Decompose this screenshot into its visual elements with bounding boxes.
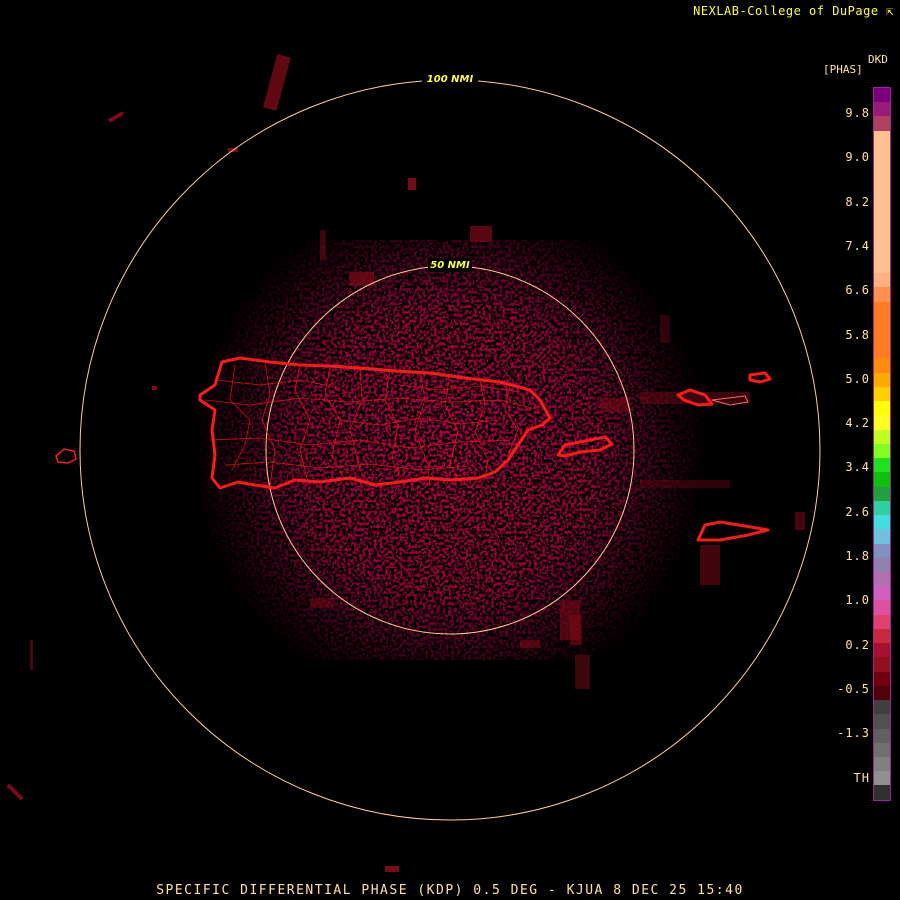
color-scale-segment: [874, 529, 890, 544]
color-scale-tick-label: -0.5: [837, 681, 870, 696]
color-scale-segment: [874, 88, 890, 103]
legend-unit: [PHAS]: [823, 63, 863, 76]
color-scale-segment: [874, 144, 890, 160]
color-scale-tick-label: -1.3: [837, 726, 870, 741]
arrow-icon: ⇱: [878, 4, 894, 18]
color-scale-segment: [874, 700, 890, 715]
color-scale-segment: [874, 657, 890, 672]
color-scale-segment: [874, 543, 890, 558]
color-scale-segment: [874, 757, 890, 772]
color-scale-segment: [874, 614, 890, 629]
color-scale-segment: [874, 244, 890, 259]
color-scale-segment: [874, 273, 890, 288]
color-scale-segment: [874, 586, 890, 601]
color-scale-segment: [874, 643, 890, 658]
color-scale-segment: [874, 472, 890, 487]
color-scale-segment: [874, 358, 890, 373]
color-scale-segment: [874, 486, 890, 501]
color-scale-segment: [874, 557, 890, 572]
legend-product-code: DKD: [868, 53, 888, 66]
color-scale-tick-label: 2.6: [845, 504, 870, 519]
color-scale-tick-label: 5.0: [845, 371, 870, 386]
color-scale-segment: [874, 287, 890, 302]
color-scale-tick-label: 6.6: [845, 283, 870, 298]
color-scale-segment: [874, 671, 890, 686]
color-scale-segment: [874, 600, 890, 615]
color-scale-segment: [874, 258, 890, 274]
color-scale-tick-label: 7.4: [845, 238, 870, 253]
color-scale-segment: [874, 685, 890, 701]
color-scale-tick-label: 0.2: [845, 637, 870, 652]
color-scale-segment: [874, 571, 890, 587]
color-scale-tick-label: 5.8: [845, 327, 870, 342]
color-scale-segment: [874, 102, 890, 117]
color-scale-bar: [873, 87, 891, 801]
color-scale-segment: [874, 216, 890, 231]
color-scale-segment: [874, 329, 890, 345]
mona-island-coastline: [55, 448, 77, 464]
color-scale-segment: [874, 785, 890, 800]
color-scale-segment: [874, 628, 890, 644]
color-scale-segment: [874, 187, 890, 202]
color-scale-segment: [874, 230, 890, 245]
color-scale-segment: [874, 386, 890, 402]
color-scale-segment: [874, 458, 890, 473]
color-scale-tick-label: 1.0: [845, 593, 870, 608]
color-scale-segment: [874, 515, 890, 530]
color-scale-segment: [874, 116, 890, 131]
color-scale-segment: [874, 315, 890, 330]
color-scale-segment: [874, 714, 890, 729]
color-scale-segment: [874, 159, 890, 174]
color-scale-tick-label: 9.0: [845, 150, 870, 165]
color-scale-segment: [874, 173, 890, 188]
color-scale-tick-label: 3.4: [845, 460, 870, 475]
st-john-coastline: [748, 371, 772, 384]
color-scale-segment: [874, 130, 890, 145]
color-scale-segment: [874, 301, 890, 316]
color-scale-tick-label: 8.2: [845, 194, 870, 209]
radar-display: 50 NMI 100 NMI NEXLAB-College of DuPage …: [0, 0, 900, 900]
color-scale-segment: [874, 372, 890, 387]
color-scale-segment: [874, 401, 890, 416]
range-ring-50-label: 50 NMI: [430, 260, 470, 271]
credit-text: NEXLAB-College of DuPage ⇱: [693, 4, 894, 18]
color-scale-segment: [874, 742, 890, 758]
color-scale-segment: [874, 728, 890, 743]
color-scale-segment: [874, 443, 890, 459]
product-title: SPECIFIC DIFFERENTIAL PHASE (KDP) 0.5 DE…: [156, 883, 744, 898]
color-scale-segment: [874, 415, 890, 430]
credit-label: NEXLAB-College of DuPage: [693, 4, 879, 18]
color-scale-tick-label: 4.2: [845, 416, 870, 431]
color-scale-segment: [874, 429, 890, 444]
radar-map: 50 NMI 100 NMI: [6, 54, 821, 872]
echo-field: [180, 240, 720, 660]
color-scale-tick-label: TH: [853, 770, 870, 785]
color-scale-segment: [874, 500, 890, 516]
color-scale-segment: [874, 344, 890, 359]
range-ring-100-label: 100 NMI: [427, 74, 474, 85]
color-scale-segment: [874, 771, 890, 786]
color-scale-tick-label: 9.8: [845, 106, 870, 120]
color-scale-segment: [874, 201, 890, 217]
color-scale-tick-label: 1.8: [845, 549, 870, 563]
